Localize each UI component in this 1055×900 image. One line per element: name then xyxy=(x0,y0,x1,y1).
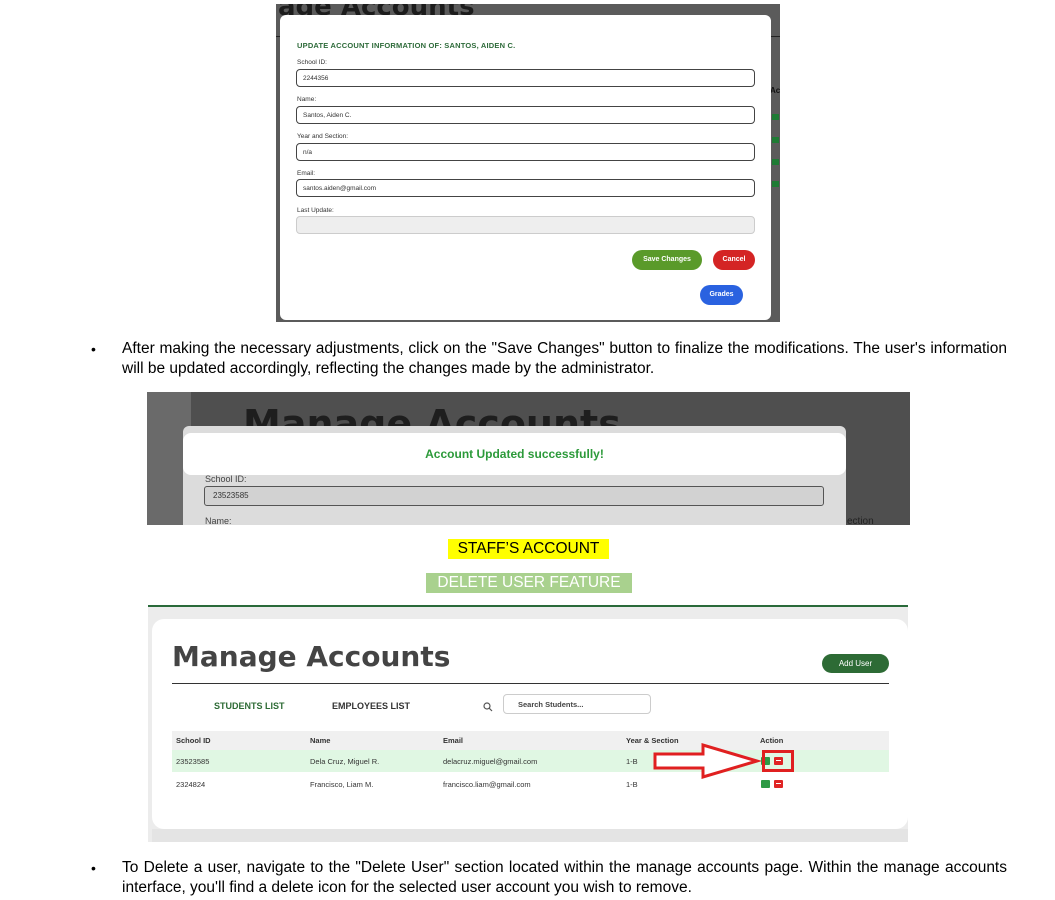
cancel-button[interactable]: Cancel xyxy=(713,250,755,270)
email-label: Email: xyxy=(297,170,316,177)
add-user-button[interactable]: Add User xyxy=(822,654,889,673)
paragraph-text: After making the necessary adjustments, … xyxy=(122,340,1007,377)
account-updated-screenshot: Manage Accounts School ID: 23523585 Name… xyxy=(147,392,910,525)
row-school-id: 2324824 xyxy=(176,780,206,789)
background-edit-icon xyxy=(772,159,779,165)
background-edit-icon xyxy=(772,181,779,187)
title-divider xyxy=(172,683,889,684)
email-field[interactable]: santos.aiden@gmail.com xyxy=(296,179,755,197)
school-id-label: School ID: xyxy=(205,474,247,484)
pointer-arrow-icon xyxy=(653,743,761,779)
update-account-modal: UPDATE ACCOUNT INFORMATION OF: SANTOS, A… xyxy=(280,15,771,320)
edit-icon[interactable] xyxy=(761,780,770,788)
row-email: francisco.liam@gmail.com xyxy=(443,780,531,789)
name-label: Name: xyxy=(205,516,232,525)
row-section: 1-B xyxy=(626,780,638,789)
tab-employees-list[interactable]: EMPLOYEES LIST xyxy=(332,701,410,711)
tab-students-list[interactable]: STUDENTS LIST xyxy=(214,701,285,711)
success-toast: Account Updated successfully! xyxy=(183,433,846,475)
row-section: 1-B xyxy=(626,757,638,766)
top-border xyxy=(148,605,908,607)
school-id-field[interactable]: 2244356 xyxy=(296,69,755,87)
row-email: delacruz.miguel@gmail.com xyxy=(443,757,538,766)
last-update-field xyxy=(296,216,755,234)
card-footer-shadow xyxy=(152,829,908,842)
instruction-paragraph-delete: • To Delete a user, navigate to the "Del… xyxy=(91,858,1007,898)
last-update-label: Last Update: xyxy=(297,207,334,214)
staff-account-heading: STAFF’S ACCOUNT xyxy=(448,539,609,559)
column-header-email: Email xyxy=(443,736,464,745)
paragraph-text: To Delete a user, navigate to the "Delet… xyxy=(122,859,1007,896)
background-column-fragment: ection xyxy=(847,516,874,525)
background-edit-icon xyxy=(772,114,779,120)
name-label: Name: xyxy=(297,96,317,103)
row-name: Francisco, Liam M. xyxy=(310,780,374,789)
grades-button[interactable]: Grades xyxy=(700,285,743,305)
search-input[interactable]: Search Students... xyxy=(503,694,651,714)
edit-account-screenshot: age Accounts Ac UPDATE ACCOUNT INFORMATI… xyxy=(276,4,780,322)
highlight-box xyxy=(762,750,794,772)
delete-user-heading: DELETE USER FEATURE xyxy=(426,573,632,593)
background-action-column: Ac xyxy=(770,86,780,95)
name-field[interactable]: Santos, Aiden C. xyxy=(296,106,755,124)
trash-icon[interactable] xyxy=(774,780,783,788)
instruction-paragraph-save: • After making the necessary adjustments… xyxy=(91,339,1007,379)
year-section-label: Year and Section: xyxy=(297,133,349,140)
search-icon xyxy=(483,702,493,712)
page-title: Manage Accounts xyxy=(172,640,451,673)
column-header-action: Action xyxy=(760,736,784,745)
modal-title: UPDATE ACCOUNT INFORMATION OF: SANTOS, A… xyxy=(297,41,516,50)
background-edit-icon xyxy=(772,137,779,143)
manage-accounts-screenshot: Manage Accounts Add User STUDENTS LIST E… xyxy=(148,605,908,842)
bullet: • xyxy=(91,341,96,357)
column-header-name: Name xyxy=(310,736,331,745)
column-header-school-id: School ID xyxy=(176,736,211,745)
bullet: • xyxy=(91,860,96,876)
school-id-label: School ID: xyxy=(297,59,327,66)
school-id-field[interactable]: 23523585 xyxy=(204,486,824,506)
row-name: Dela Cruz, Miguel R. xyxy=(310,757,380,766)
save-changes-button[interactable]: Save Changes xyxy=(632,250,702,270)
year-section-field[interactable]: n/a xyxy=(296,143,755,161)
row-school-id: 23523585 xyxy=(176,757,210,766)
